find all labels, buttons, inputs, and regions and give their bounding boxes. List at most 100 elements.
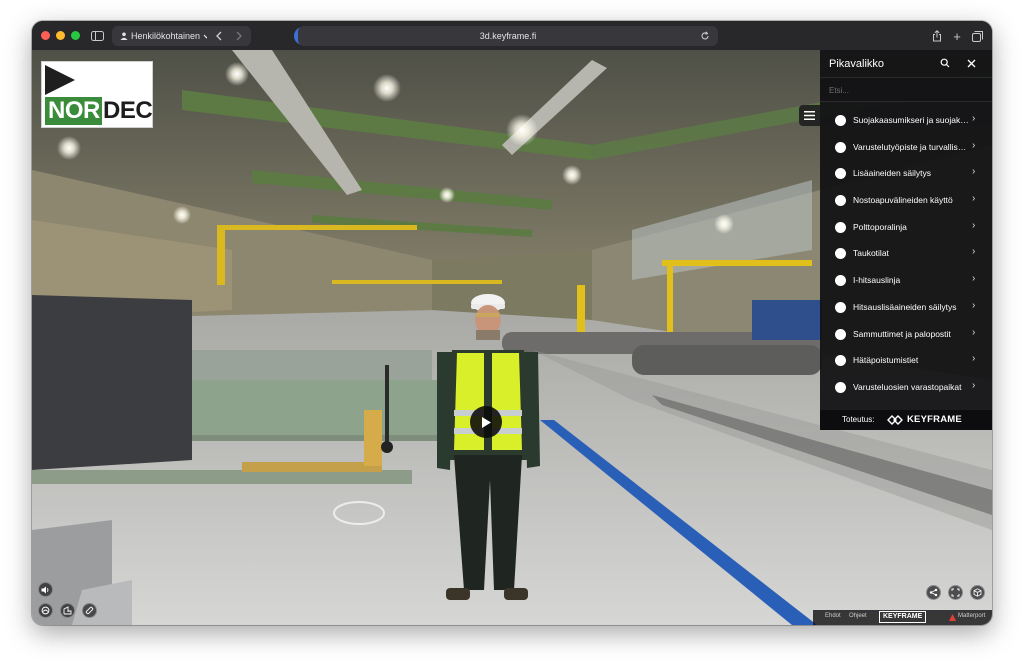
chevron-right-icon: ›: [972, 139, 976, 151]
share-icon[interactable]: [930, 27, 944, 45]
share-nodes-icon: [929, 588, 938, 597]
measure-button[interactable]: [82, 603, 97, 618]
menu-item-varustelutyopiste[interactable]: Varustelutyöpiste ja turvallisuus ›: [820, 134, 992, 161]
search-icon[interactable]: [938, 56, 952, 70]
bullet-icon: [835, 195, 846, 207]
menu-item-varusteluosat[interactable]: Varusteluosien varastopaikat ›: [820, 374, 992, 401]
chevron-right-icon: ›: [972, 113, 976, 124]
quick-menu-list: Suojakaasumikseri ja suojakaasut › Varust…: [820, 107, 992, 401]
browser-titlebar: Henkilökohtainen 3d.keyframe.fi +: [32, 21, 992, 50]
menu-item-hatapoistumistiet[interactable]: Hätäpoistumistiet ›: [820, 347, 992, 374]
maximize-window-button[interactable]: [71, 31, 80, 40]
menu-item-taukotilat[interactable]: Taukotilat ›: [820, 240, 992, 267]
menu-item-label: Sammuttimet ja palopostit: [853, 328, 951, 339]
dollhouse-icon: [41, 606, 50, 615]
quick-menu-search: [820, 77, 992, 102]
menu-item-i-hitsauslinja[interactable]: I-hitsauslinja ›: [820, 267, 992, 294]
chevron-right-icon: ›: [972, 326, 976, 338]
credits-label: Toteutus:: [842, 415, 875, 424]
quick-menu-title: Pikavalikko: [829, 58, 885, 70]
attribution-bar: Ehdot Ohjeet KEYFRAME Matterport: [813, 610, 992, 625]
chevron-right-icon: ›: [972, 166, 976, 178]
bullet-icon: [835, 141, 846, 153]
url-text: 3d.keyframe.fi: [479, 31, 537, 41]
share-tour-button[interactable]: [926, 585, 941, 600]
navigation-buttons: [207, 26, 251, 46]
logo-mark-icon: [45, 65, 75, 95]
reload-icon[interactable]: [700, 31, 710, 41]
matterport-link[interactable]: Matterport: [958, 613, 985, 619]
profile-label: Henkilökohtainen: [131, 31, 201, 41]
chevron-right-icon: ›: [972, 273, 976, 285]
browser-window: Henkilökohtainen 3d.keyframe.fi + NOR DE…: [32, 21, 992, 625]
menu-item-label: Nostoapuvälineiden käyttö: [853, 195, 953, 206]
menu-item-lisaaineet[interactable]: Lisäaineiden säilytys ›: [820, 160, 992, 187]
menu-item-label: Varustelutyöpiste ja turvallisuus: [853, 141, 970, 152]
logo-text-dec: DEC: [103, 97, 153, 124]
back-arrow-icon[interactable]: [216, 31, 222, 41]
close-icon[interactable]: [964, 56, 978, 70]
help-link[interactable]: Ohjeet: [849, 613, 867, 619]
play-icon: [482, 416, 491, 428]
floorplan-icon: [63, 606, 72, 615]
sidebar-icon: [90, 31, 104, 41]
sidebar-toggle-button[interactable]: [88, 27, 106, 45]
window-controls: [41, 31, 80, 40]
play-video-button[interactable]: [470, 406, 502, 438]
hamburger-icon: [804, 111, 815, 120]
bullet-icon: [835, 248, 846, 260]
menu-item-label: Varusteluosien varastopaikat: [853, 381, 962, 392]
terms-link[interactable]: Ehdot: [825, 613, 841, 619]
keyframe-logo-icon: [887, 415, 903, 425]
search-input[interactable]: [829, 82, 979, 98]
chevron-right-icon: ›: [972, 246, 976, 258]
new-tab-icon[interactable]: +: [950, 27, 964, 45]
chevron-right-icon: ›: [972, 219, 976, 231]
nordec-logo: NOR DEC: [41, 61, 153, 128]
speaker-icon: [41, 586, 49, 593]
chevron-right-icon: ›: [972, 353, 976, 365]
menu-item-hitsauslisaaineet[interactable]: Hitsauslisäaineiden säilytys ›: [820, 294, 992, 321]
menu-item-sammuttimet[interactable]: Sammuttimet ja palopostit ›: [820, 321, 992, 348]
menu-item-label: Suojakaasumikseri ja suojakaasut: [853, 115, 970, 125]
fullscreen-icon: [951, 588, 960, 597]
bullet-icon: [835, 275, 846, 287]
vr-mode-button[interactable]: [970, 585, 985, 600]
bullet-icon: [835, 168, 846, 180]
logo-text-nor: NOR: [45, 97, 102, 125]
profile-button[interactable]: Henkilökohtainen: [112, 26, 219, 46]
menu-item-polttoporalinja[interactable]: Polttoporalinja ›: [820, 214, 992, 241]
quick-menu-footer: Toteutus: KEYFRAME: [820, 410, 992, 430]
address-bar[interactable]: 3d.keyframe.fi: [298, 26, 718, 46]
forward-arrow-icon[interactable]: [236, 31, 242, 41]
ruler-icon: [85, 606, 94, 615]
floorplan-view-button[interactable]: [60, 603, 75, 618]
keyframe-badge[interactable]: KEYFRAME: [879, 611, 927, 623]
close-window-button[interactable]: [41, 31, 50, 40]
audio-button[interactable]: [38, 582, 53, 597]
chevron-right-icon: ›: [972, 299, 976, 311]
virtual-tour-viewport[interactable]: NOR DEC Pikavalikko S: [32, 50, 992, 625]
menu-toggle-button[interactable]: [799, 105, 820, 126]
bullet-icon: [835, 355, 846, 367]
menu-item-label: Lisäaineiden säilytys: [853, 168, 931, 179]
menu-item-label: Hitsauslisäaineiden säilytys: [853, 301, 957, 312]
menu-item-label: Polttoporalinja: [853, 221, 907, 232]
menu-item-label: Hätäpoistumistiet: [853, 355, 919, 366]
dollhouse-view-button[interactable]: [38, 603, 53, 618]
bullet-icon: [835, 381, 846, 393]
quick-menu-panel: Pikavalikko Suojakaasumikseri ja suojaka…: [820, 50, 992, 430]
menu-item-nostoapuvalineet[interactable]: Nostoapuvälineiden käyttö ›: [820, 187, 992, 214]
keyframe-brand[interactable]: KEYFRAME: [907, 414, 962, 425]
menu-item-label: I-hitsauslinja: [853, 275, 901, 286]
menu-item-suojakaasut[interactable]: Suojakaasumikseri ja suojakaasut ›: [820, 107, 992, 134]
chevron-right-icon: ›: [972, 193, 976, 205]
bullet-icon: [835, 328, 846, 340]
fullscreen-button[interactable]: [948, 585, 963, 600]
bullet-icon: [835, 301, 846, 313]
menu-item-label: Taukotilat: [853, 248, 889, 259]
minimize-window-button[interactable]: [56, 31, 65, 40]
bullet-icon: [835, 221, 846, 233]
cube-icon: [973, 588, 982, 597]
tabs-overview-icon[interactable]: [970, 27, 984, 45]
